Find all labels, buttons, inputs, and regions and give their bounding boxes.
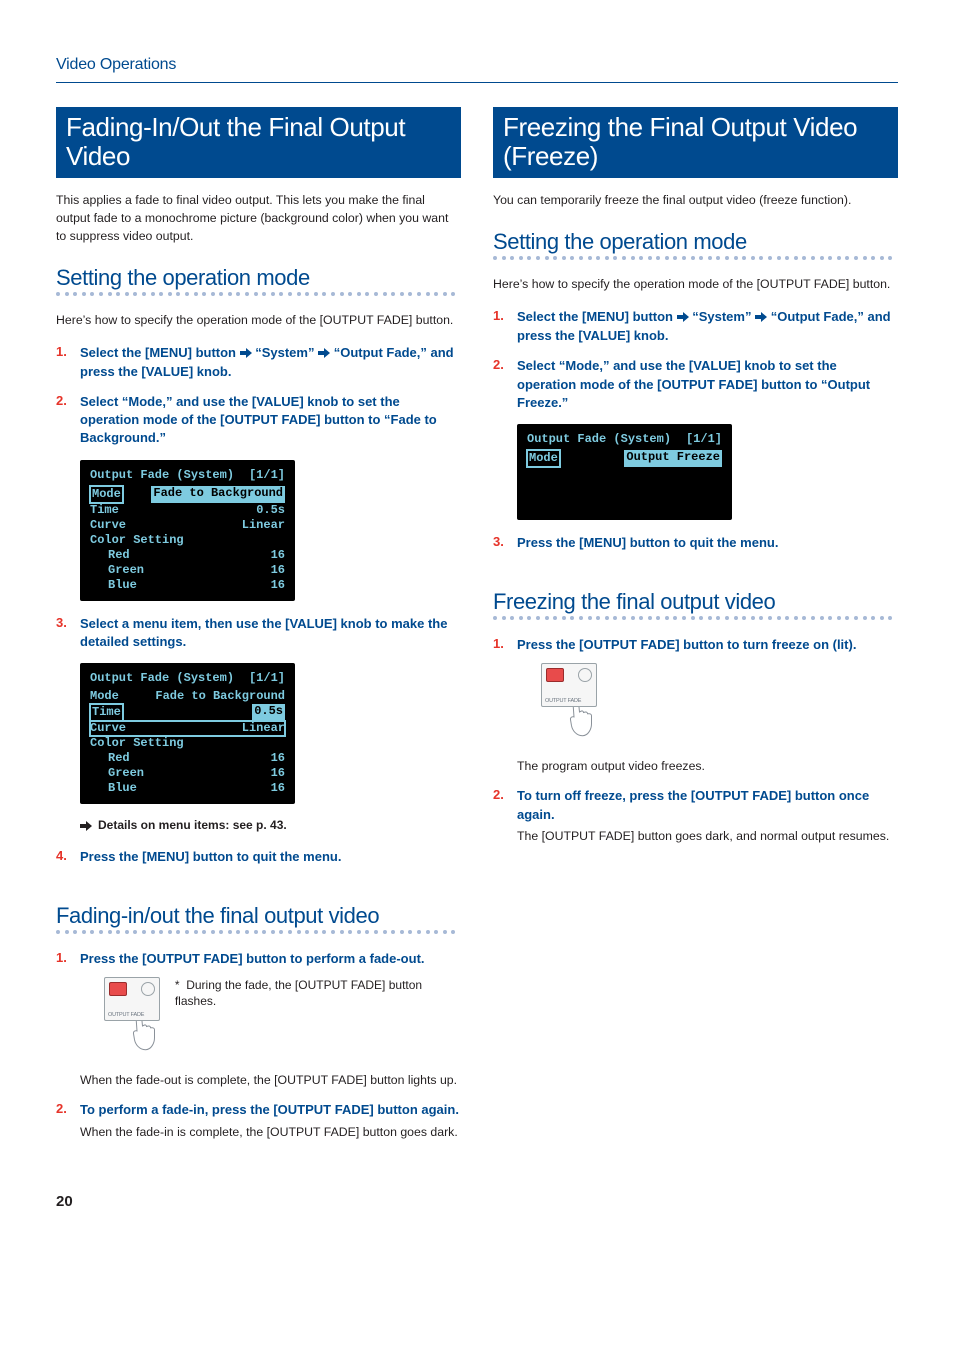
subheading-setting-mode: Setting the operation mode — [56, 266, 461, 290]
button-caption: OUTPUT FADE — [108, 1012, 144, 1018]
subheading-fading: Fading-in/out the final output video — [56, 904, 461, 928]
step-number: 1. — [56, 344, 72, 381]
step-b1: 1. Press the [OUTPUT FADE] button to per… — [56, 950, 461, 1089]
output-fade-button-drawing: OUTPUT FADE — [104, 977, 161, 1058]
step-number: 1. — [493, 636, 509, 775]
subheading-freezing: Freezing the final output video — [493, 590, 898, 614]
step-1: 1. Select the [MENU] button “System” “Ou… — [493, 308, 898, 345]
step-1: 1. Select the [MENU] button “System” “Ou… — [56, 344, 461, 381]
lead-text: Here’s how to specify the operation mode… — [493, 276, 898, 294]
left-column: Fading-In/Out the Final Output Video Thi… — [56, 107, 461, 1153]
note-text: * During the fade, the [OUTPUT FADE] but… — [175, 977, 461, 1011]
dotted-divider — [493, 616, 898, 622]
output-fade-button-drawing: OUTPUT FADE — [541, 663, 599, 744]
dotted-divider — [493, 256, 898, 262]
step-text: Press the [OUTPUT FADE] button to perfor… — [80, 950, 461, 968]
breadcrumb: Video Operations — [56, 56, 898, 74]
step-text: Select “Mode,” and use the [VALUE] knob … — [80, 393, 461, 448]
step-fragment: Select the [MENU] button — [517, 309, 677, 324]
intro-text: You can temporarily freeze the final out… — [493, 192, 898, 210]
lcd-page: [1/1] — [249, 671, 285, 685]
step-text: To turn off freeze, press the [OUTPUT FA… — [517, 787, 898, 823]
dotted-divider — [56, 930, 461, 936]
step-number: 2. — [493, 357, 509, 412]
arrow-icon — [80, 820, 92, 834]
page-number: 20 — [56, 1193, 898, 1210]
step-number: 2. — [56, 1101, 72, 1141]
step-number: 2. — [56, 393, 72, 448]
step-fragment: “System” — [689, 309, 755, 324]
lcd-screenshot-3: Output Fade (System) [1/1] ModeOutput Fre… — [517, 424, 732, 520]
step-after-text: The [OUTPUT FADE] button goes dark, and … — [517, 828, 898, 846]
step-number: 3. — [56, 615, 72, 651]
lcd-rows: ModeFade to BackgroundTime0.5sCurveLinea… — [90, 689, 285, 796]
section-banner-fade: Fading-In/Out the Final Output Video — [56, 107, 461, 178]
divider — [56, 82, 898, 83]
button-caption: OUTPUT FADE — [545, 698, 581, 704]
lead-text: Here’s how to specify the operation mode… — [56, 312, 461, 330]
step-after-text: When the fade-out is complete, the [OUTP… — [80, 1072, 461, 1090]
step-4: 4. Press the [MENU] button to quit the m… — [56, 848, 461, 866]
section-banner-freeze: Freezing the Final Output Video (Freeze) — [493, 107, 898, 178]
step-after-text: When the fade-in is complete, the [OUTPU… — [80, 1124, 461, 1142]
step-fragment: “System” — [252, 345, 318, 360]
step-fragment: Select the [MENU] button — [80, 345, 240, 360]
intro-text: This applies a fade to final video outpu… — [56, 192, 461, 245]
step-text: Select a menu item, then use the [VALUE]… — [80, 615, 461, 651]
button-figure: OUTPUT FADE — [541, 663, 898, 744]
lcd-title: Output Fade (System) — [90, 671, 234, 685]
step-number: 4. — [56, 848, 72, 866]
step-b2: 2. To perform a fade-in, press the [OUTP… — [56, 1101, 461, 1141]
step-number: 2. — [493, 787, 509, 845]
step-b2: 2. To turn off freeze, press the [OUTPUT… — [493, 787, 898, 845]
arrow-icon — [755, 309, 767, 327]
button-figure: OUTPUT FADE * During the fade, the [OUTP… — [104, 977, 461, 1058]
lcd-page: [1/1] — [249, 468, 285, 482]
arrow-icon — [318, 345, 330, 363]
step-2: 2. Select “Mode,” and use the [VALUE] kn… — [56, 393, 461, 448]
step-3: 3. Press the [MENU] button to quit the m… — [493, 534, 898, 552]
two-column-layout: Fading-In/Out the Final Output Video Thi… — [56, 107, 898, 1153]
arrow-icon — [677, 309, 689, 327]
step-text: Select “Mode,” and use the [VALUE] knob … — [517, 357, 898, 412]
step-text: Select the [MENU] button “System” “Outpu… — [517, 308, 898, 345]
step-text: Press the [OUTPUT FADE] button to turn f… — [517, 636, 898, 654]
subheading-setting-mode: Setting the operation mode — [493, 230, 898, 254]
step-number: 1. — [493, 308, 509, 345]
right-column: Freezing the Final Output Video (Freeze)… — [493, 107, 898, 1153]
lcd-screenshot-2: Output Fade (System) [1/1] ModeFade to Ba… — [80, 663, 295, 804]
step-number: 1. — [56, 950, 72, 1089]
lcd-page: [1/1] — [686, 432, 722, 446]
step-text: Select the [MENU] button “System” “Outpu… — [80, 344, 461, 381]
lcd-screenshot-1: Output Fade (System) [1/1] ModeFade to Ba… — [80, 460, 295, 601]
step-number: 3. — [493, 534, 509, 552]
details-text: Details on menu items: see p. 43. — [98, 818, 287, 832]
step-b1: 1. Press the [OUTPUT FADE] button to tur… — [493, 636, 898, 775]
dotted-divider — [56, 292, 461, 298]
lcd-rows: ModeFade to BackgroundTime0.5sCurveLinea… — [90, 486, 285, 593]
step-3: 3. Select a menu item, then use the [VAL… — [56, 615, 461, 651]
step-after-text: The program output video freezes. — [517, 758, 898, 776]
step-text: To perform a fade-in, press the [OUTPUT … — [80, 1101, 461, 1119]
details-link: Details on menu items: see p. 43. — [80, 818, 461, 834]
step-text: Press the [MENU] button to quit the menu… — [517, 534, 898, 552]
arrow-icon — [240, 345, 252, 363]
step-2: 2. Select “Mode,” and use the [VALUE] kn… — [493, 357, 898, 412]
lcd-title: Output Fade (System) — [527, 432, 671, 446]
step-text: Press the [MENU] button to quit the menu… — [80, 848, 461, 866]
lcd-rows: ModeOutput Freeze — [527, 450, 722, 512]
lcd-title: Output Fade (System) — [90, 468, 234, 482]
